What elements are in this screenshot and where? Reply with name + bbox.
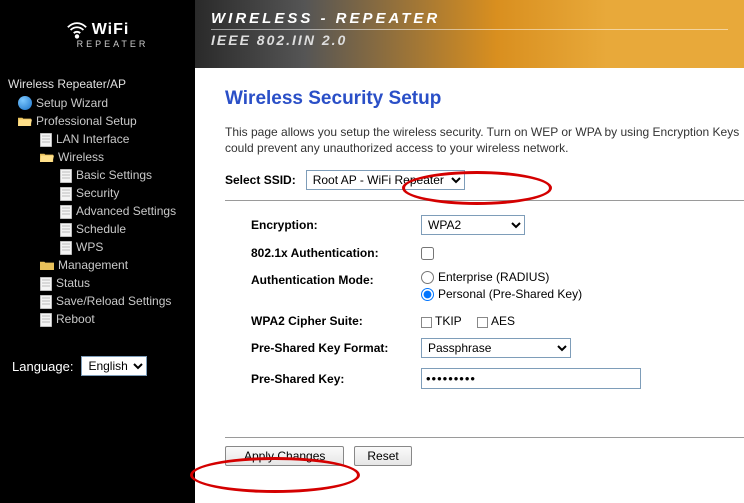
authmode-personal-radio[interactable] [421, 288, 434, 301]
page-icon [60, 241, 72, 254]
sidebar-item-status[interactable]: Status [4, 274, 191, 292]
sidebar-item-label: Save/Reload Settings [56, 294, 171, 308]
language-label: Language: [12, 359, 73, 374]
authmode-enterprise-option[interactable]: Enterprise (RADIUS) [421, 270, 582, 284]
page-icon [60, 187, 72, 200]
folder-open-icon [40, 152, 54, 163]
sidebar-item-label: Advanced Settings [76, 204, 176, 218]
cipher-tkip-checkbox[interactable] [421, 317, 432, 328]
sidebar-item-wps[interactable]: WPS [4, 238, 191, 256]
sidebar-item-reboot[interactable]: Reboot [4, 310, 191, 328]
page-icon [40, 295, 52, 308]
sidebar-item-wireless[interactable]: Wireless [4, 148, 191, 166]
cipher-aes-checkbox[interactable] [477, 317, 488, 328]
sidebar-item-management[interactable]: Management [4, 256, 191, 274]
banner-line2: IEEE 802.IIN 2.0 [211, 29, 728, 48]
cipher-label: WPA2 Cipher Suite: [251, 314, 421, 328]
page-icon [60, 223, 72, 236]
main-panel: Wireless Security Setup This page allows… [195, 68, 744, 503]
sidebar-item-advanced[interactable]: Advanced Settings [4, 202, 191, 220]
sidebar-item-label: Security [76, 186, 119, 200]
sidebar: Wireless Repeater/AP Setup Wizard Profes… [0, 68, 195, 503]
sidebar-item-security[interactable]: Security [4, 184, 191, 202]
sidebar-item-label: Wireless [58, 150, 104, 164]
globe-icon [18, 96, 32, 110]
pskfmt-select[interactable]: Passphrase [421, 338, 571, 358]
divider [225, 200, 744, 201]
sidebar-item-label: Schedule [76, 222, 126, 236]
sidebar-root: Wireless Repeater/AP [4, 74, 191, 94]
page-icon [40, 313, 52, 326]
sidebar-item-label: Basic Settings [76, 168, 152, 182]
logo-subtext: REPEATER [77, 39, 149, 49]
authmode-enterprise-radio[interactable] [421, 271, 434, 284]
psk-input[interactable] [421, 368, 641, 389]
sidebar-item-lan[interactable]: LAN Interface [4, 130, 191, 148]
logo-block: WiFi REPEATER [0, 0, 195, 68]
authmode-label: Authentication Mode: [251, 270, 421, 287]
apply-button[interactable]: Apply Changes [225, 446, 344, 466]
encryption-select[interactable]: WPA2 [421, 215, 525, 235]
sidebar-item-schedule[interactable]: Schedule [4, 220, 191, 238]
sidebar-item-label: Reboot [56, 312, 95, 326]
sidebar-item-professional[interactable]: Professional Setup [4, 112, 191, 130]
sidebar-item-label: Professional Setup [36, 114, 137, 128]
authmode-personal-option[interactable]: Personal (Pre-Shared Key) [421, 287, 582, 301]
divider [225, 437, 744, 438]
ssid-select[interactable]: Root AP - WiFi Repeater [306, 170, 465, 190]
sidebar-item-savereload[interactable]: Save/Reload Settings [4, 292, 191, 310]
folder-icon [40, 260, 54, 271]
reset-button[interactable]: Reset [354, 446, 411, 466]
sidebar-item-basic[interactable]: Basic Settings [4, 166, 191, 184]
ssid-label: Select SSID: [225, 173, 296, 187]
banner-line1: WIRELESS - REPEATER [211, 10, 728, 27]
sidebar-item-label: Status [56, 276, 90, 290]
page-icon [60, 205, 72, 218]
page-description: This page allows you setup the wireless … [225, 124, 744, 156]
page-icon [40, 277, 52, 290]
encryption-label: Encryption: [251, 218, 421, 232]
sidebar-item-label: WPS [76, 240, 103, 254]
wifi-icon [66, 19, 88, 41]
top-bar: WiFi REPEATER WIRELESS - REPEATER IEEE 8… [0, 0, 744, 68]
sidebar-item-label: LAN Interface [56, 132, 129, 146]
logo-text: WiFi [92, 21, 130, 39]
sidebar-item-wizard[interactable]: Setup Wizard [4, 94, 191, 112]
page-title: Wireless Security Setup [225, 88, 744, 110]
language-select[interactable]: English [81, 356, 147, 376]
psk-label: Pre-Shared Key: [251, 372, 421, 386]
page-icon [60, 169, 72, 182]
sidebar-item-label: Setup Wizard [36, 96, 108, 110]
page-icon [40, 133, 52, 146]
sidebar-item-label: Management [58, 258, 128, 272]
folder-open-icon [18, 116, 32, 127]
header-banner: WIRELESS - REPEATER IEEE 802.IIN 2.0 [195, 0, 744, 68]
auth8021x-checkbox[interactable] [421, 247, 434, 260]
pskfmt-label: Pre-Shared Key Format: [251, 341, 421, 355]
auth8021x-label: 802.1x Authentication: [251, 246, 421, 260]
